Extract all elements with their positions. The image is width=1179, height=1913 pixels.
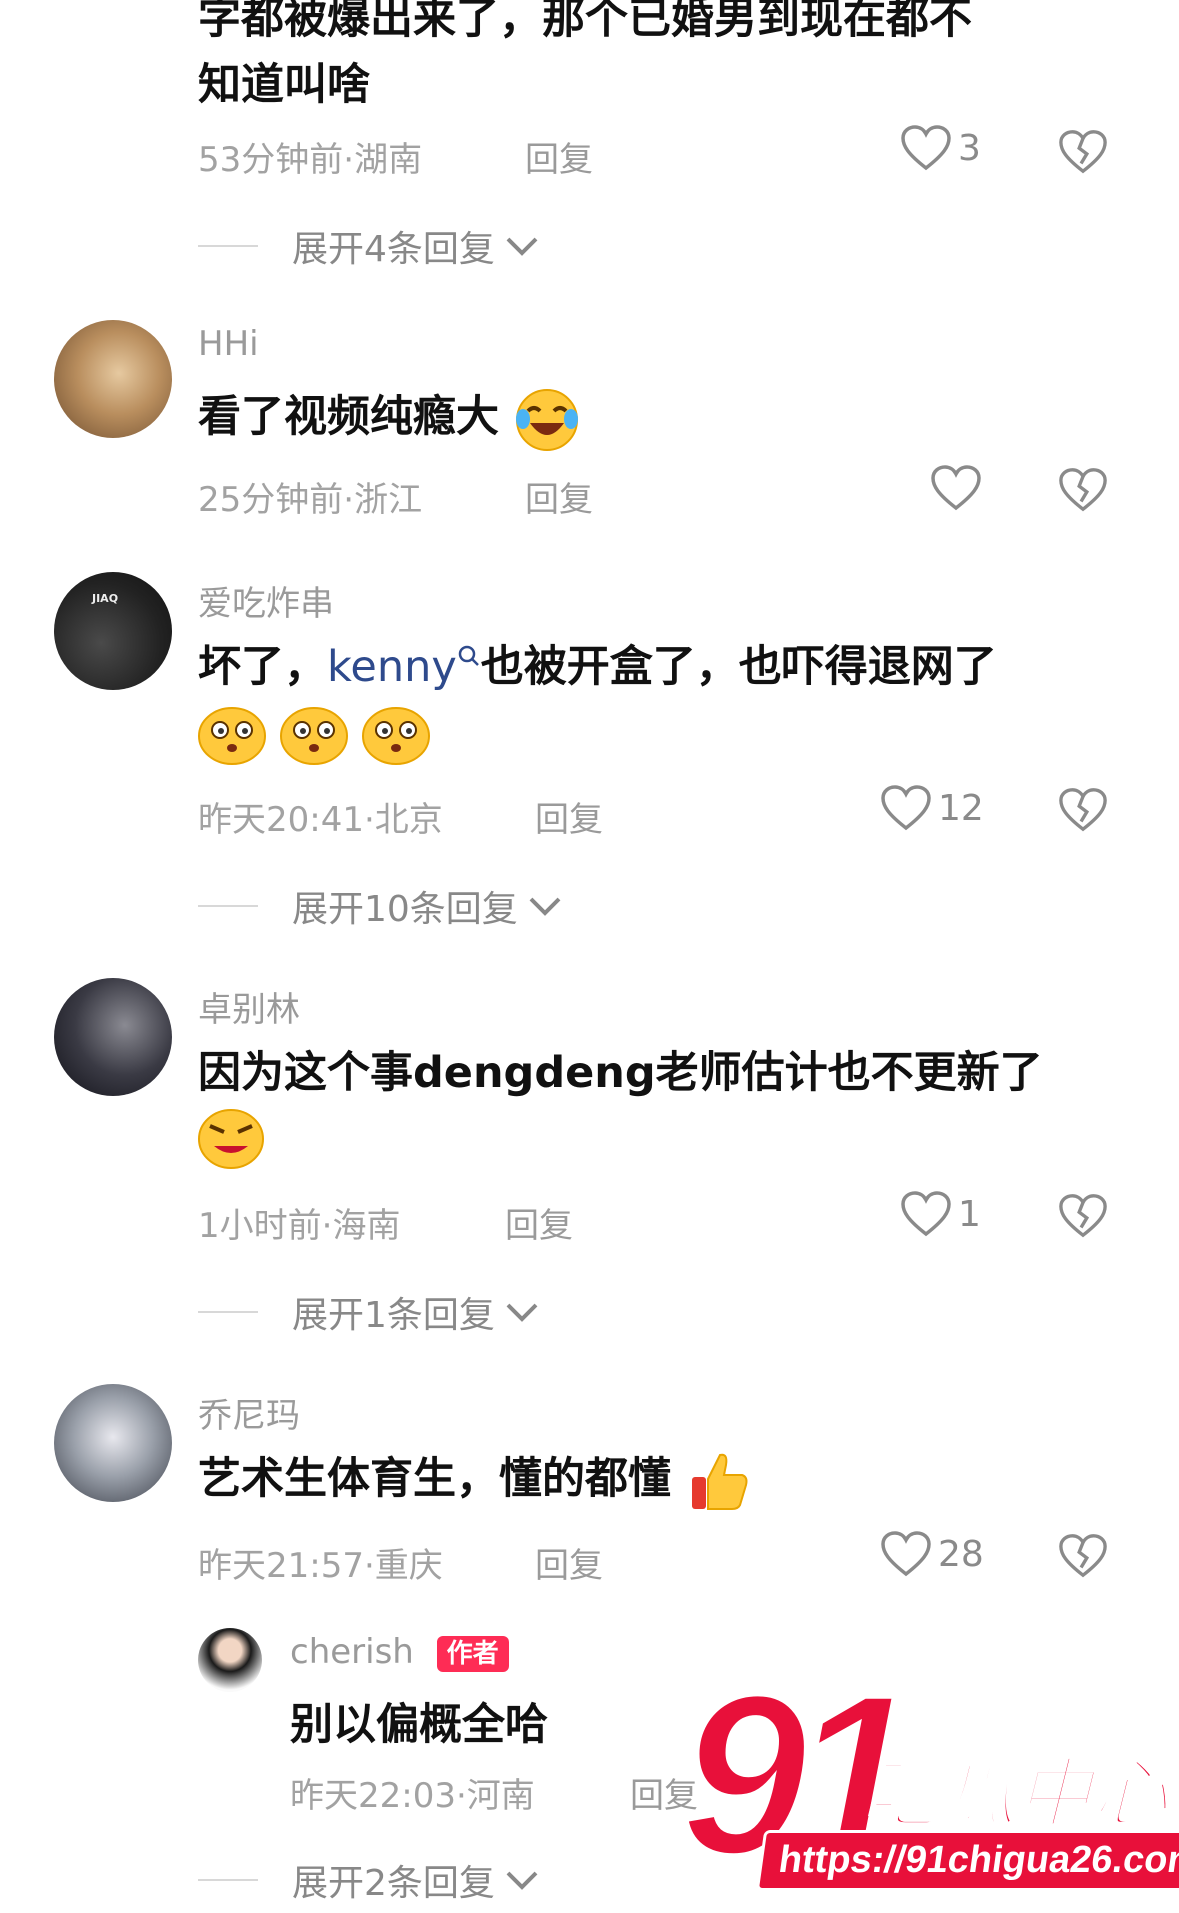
- like-button[interactable]: 1: [900, 1190, 981, 1238]
- divider-line: [198, 1311, 258, 1313]
- divider-line: [198, 245, 258, 247]
- comment-meta: 昨天21:57·重庆: [198, 1546, 443, 1586]
- heart-icon: [901, 1191, 951, 1237]
- divider-line: [198, 905, 258, 907]
- shocked-emoji: [280, 707, 348, 765]
- comment-meta: 昨天20:41·北京: [198, 800, 443, 840]
- watermark: 91 吃瓜中心 https://91chigua26.com: [677, 1657, 1179, 1910]
- comment-text: 知道叫啥: [198, 60, 370, 110]
- dislike-heart-icon[interactable]: [1058, 786, 1108, 834]
- mention-name: kenny: [327, 642, 457, 692]
- dislike-heart-icon[interactable]: [1058, 466, 1108, 514]
- like-button[interactable]: 28: [880, 1530, 984, 1578]
- expand-replies[interactable]: 展开2条回复: [198, 1854, 539, 1906]
- comment-text: 看了视频纯瘾大: [198, 384, 580, 453]
- dislike-heart-icon[interactable]: [1058, 1532, 1108, 1580]
- comment-text: 艺术生体育生，懂的都懂: [198, 1446, 752, 1515]
- expand-label: 展开10条回复: [292, 889, 518, 930]
- avatar[interactable]: JIAQ: [54, 572, 172, 690]
- emoji-row: [196, 700, 432, 766]
- heart-icon: [931, 465, 981, 511]
- avatar[interactable]: [198, 1628, 262, 1692]
- expand-replies[interactable]: 展开10条回复: [198, 880, 562, 932]
- reply-button[interactable]: 回复: [535, 792, 603, 841]
- dislike-heart-icon[interactable]: [1058, 128, 1108, 176]
- comment-text-content: 艺术生体育生，懂的都懂: [198, 1454, 671, 1504]
- angry-emoji: [198, 1109, 264, 1169]
- comment-meta: 1小时前·海南: [198, 1206, 401, 1246]
- comment-text: 坏了，kenny 也被开盒了，也吓得退网了: [198, 634, 997, 700]
- comment-text-before: 坏了，: [198, 642, 327, 692]
- author-badge: 作者: [436, 1635, 509, 1672]
- heart-icon: [901, 125, 951, 171]
- expand-label: 展开2条回复: [292, 1863, 495, 1904]
- comment-text: 因为这个事dengdeng老师估计也不更新了: [198, 1048, 1043, 1098]
- watermark-name: 吃瓜中心: [863, 1748, 1170, 1840]
- avatar[interactable]: [54, 978, 172, 1096]
- chevron-down-icon: [506, 1303, 538, 1322]
- like-button[interactable]: 3: [900, 124, 981, 172]
- username[interactable]: cherish: [290, 1632, 414, 1672]
- shocked-emoji: [198, 707, 266, 765]
- comment-text: 别以偏概全哈: [290, 1700, 548, 1750]
- avatar[interactable]: [54, 320, 172, 438]
- reply-username-row: cherish 作者: [290, 1632, 509, 1672]
- comment-text-after: 也被开盒了，也吓得退网了: [480, 642, 997, 692]
- dislike-heart-icon[interactable]: [1058, 1192, 1108, 1240]
- avatar-text: JIAQ: [92, 592, 119, 605]
- heart-icon: [881, 785, 931, 831]
- divider-line: [198, 1879, 258, 1881]
- search-icon: [458, 645, 479, 666]
- mention-link[interactable]: kenny: [327, 642, 481, 692]
- expand-label: 展开1条回复: [292, 1295, 495, 1336]
- like-count: 12: [938, 787, 984, 829]
- comment-meta: 昨天22:03·河南: [290, 1776, 535, 1816]
- comment-meta: 53分钟前·湖南: [198, 140, 423, 180]
- comment-text-content: 看了视频纯瘾大: [198, 392, 499, 442]
- avatar[interactable]: [54, 1384, 172, 1502]
- shocked-emoji: [362, 707, 430, 765]
- like-count: 3: [958, 127, 981, 169]
- username[interactable]: 爱吃炸串: [198, 576, 334, 625]
- thumbs-up-emoji: [691, 1453, 748, 1510]
- chevron-down-icon: [506, 237, 538, 256]
- like-count: 1: [958, 1193, 981, 1235]
- reply-button[interactable]: 回复: [525, 132, 593, 181]
- expand-label: 展开4条回复: [292, 229, 495, 270]
- comment-text: 字都被爆出来了，那个已婚男到现在都不: [198, 0, 972, 44]
- heart-icon: [881, 1531, 931, 1577]
- reply-button[interactable]: 回复: [505, 1198, 573, 1247]
- chevron-down-icon: [529, 897, 561, 916]
- like-count: 28: [938, 1533, 984, 1575]
- like-button[interactable]: 12: [880, 784, 984, 832]
- expand-replies[interactable]: 展开1条回复: [198, 1286, 539, 1338]
- expand-replies[interactable]: 展开4条回复: [198, 220, 539, 272]
- username[interactable]: 乔尼玛: [198, 1388, 300, 1437]
- comment-meta: 25分钟前·浙江: [198, 480, 423, 520]
- watermark-url: https://91chigua26.com: [755, 1830, 1179, 1891]
- reply-button[interactable]: 回复: [525, 472, 593, 521]
- chevron-down-icon: [506, 1871, 538, 1890]
- cry-laugh-emoji: [515, 388, 578, 451]
- username[interactable]: 卓别林: [198, 982, 300, 1031]
- reply-button[interactable]: 回复: [535, 1538, 603, 1587]
- like-button[interactable]: [930, 464, 988, 512]
- username[interactable]: HHi: [198, 324, 259, 364]
